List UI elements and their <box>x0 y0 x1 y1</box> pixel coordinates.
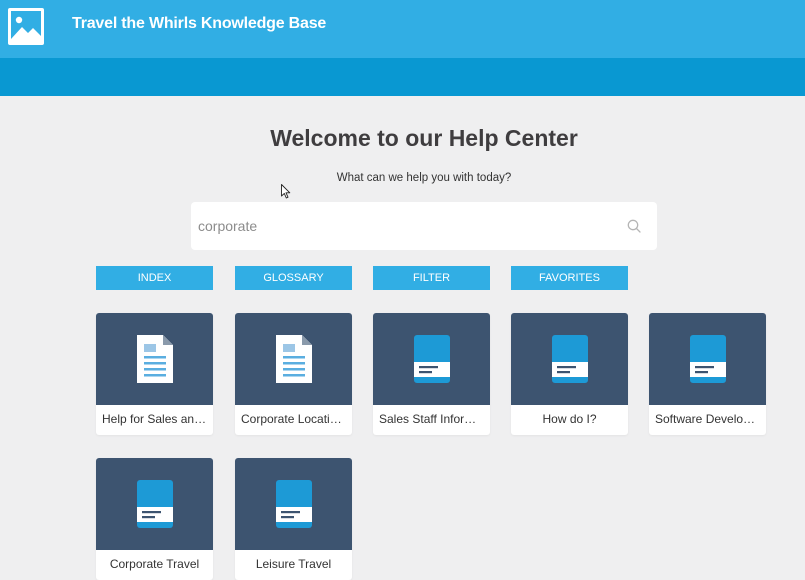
card-label: Corporate Travel <box>109 557 200 571</box>
card-label: Help for Sales and Marketing <box>102 412 213 426</box>
book-icon <box>275 480 312 528</box>
card-label: Leisure Travel <box>255 557 332 571</box>
image-placeholder-icon[interactable] <box>8 8 44 45</box>
mouse-cursor-icon <box>281 184 291 199</box>
card-thumbnail <box>235 313 352 405</box>
filter-button[interactable]: FILTER <box>373 266 490 290</box>
card-label: Sales Staff Information <box>379 412 490 426</box>
card-thumbnail <box>96 458 213 550</box>
card-label: Software Development <box>655 412 766 426</box>
card-software-development[interactable]: Software Development <box>649 313 766 435</box>
card-thumbnail <box>511 313 628 405</box>
book-icon <box>136 480 173 528</box>
card-thumbnail <box>235 458 352 550</box>
card-how-do-i[interactable]: How do I? <box>511 313 628 435</box>
card-corporate-travel[interactable]: Corporate Travel <box>96 458 213 580</box>
book-icon <box>551 335 588 383</box>
book-icon <box>689 335 726 383</box>
search-icon[interactable] <box>627 219 641 233</box>
search-box <box>191 202 657 250</box>
document-icon <box>275 335 312 383</box>
page-subtitle: What can we help you with today? <box>336 172 512 184</box>
book-icon <box>413 335 450 383</box>
card-help-for-sales[interactable]: Help for Sales and Marketing <box>96 313 213 435</box>
card-thumbnail <box>373 313 490 405</box>
card-corporate-locations[interactable]: Corporate Locations <box>235 313 352 435</box>
sub-navigation-bar <box>0 58 805 96</box>
app-header: Travel the Whirls Knowledge Base <box>0 0 805 58</box>
document-icon <box>136 335 173 383</box>
card-sales-staff-information[interactable]: Sales Staff Information <box>373 313 490 435</box>
card-thumbnail <box>649 313 766 405</box>
card-label: How do I? <box>542 412 597 426</box>
card-label: Corporate Locations <box>241 412 350 426</box>
card-thumbnail <box>96 313 213 405</box>
glossary-button[interactable]: GLOSSARY <box>235 266 352 290</box>
search-input[interactable] <box>191 202 611 250</box>
app-title: Travel the Whirls Knowledge Base <box>72 15 327 32</box>
favorites-button[interactable]: FAVORITES <box>511 266 628 290</box>
index-button[interactable]: INDEX <box>96 266 213 290</box>
card-leisure-travel[interactable]: Leisure Travel <box>235 458 352 580</box>
page-title: Welcome to our Help Center <box>270 125 578 151</box>
